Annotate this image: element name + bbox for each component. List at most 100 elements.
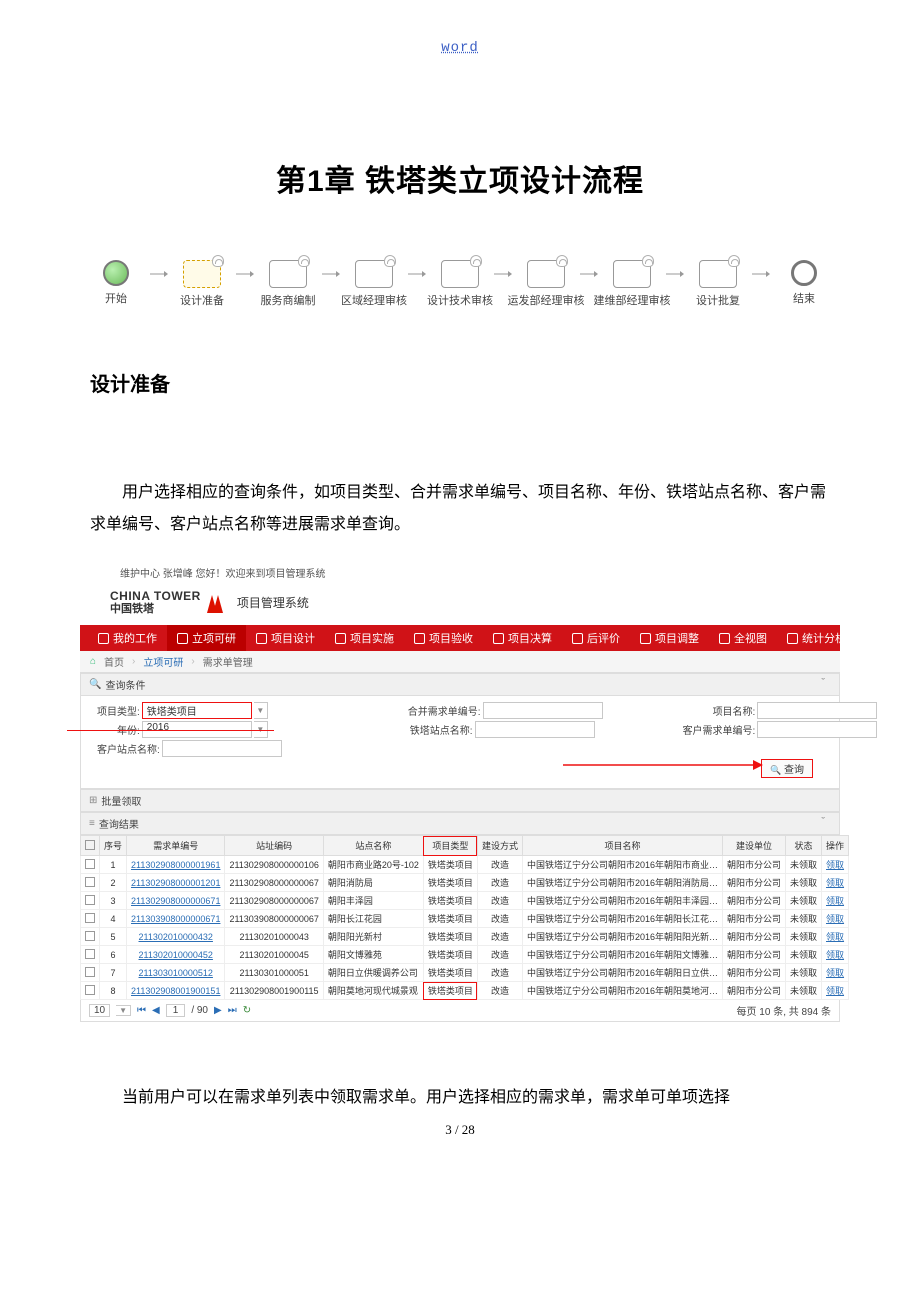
req-link[interactable]: 211302908000001961 xyxy=(131,860,220,870)
row-checkbox[interactable] xyxy=(85,949,95,959)
claim-link[interactable]: 领取 xyxy=(826,896,844,906)
table-cell[interactable] xyxy=(81,910,100,928)
table-cell[interactable]: 211302908000001201 xyxy=(127,874,225,892)
req-link[interactable]: 211303010000512 xyxy=(139,968,213,978)
pager-refresh-icon[interactable]: ↻ xyxy=(243,1005,251,1016)
row-checkbox[interactable] xyxy=(85,895,95,905)
nav-stats[interactable]: 统计分析 xyxy=(777,625,856,651)
merge-req-input[interactable] xyxy=(483,702,603,719)
pager-last-icon[interactable]: ⏭ xyxy=(228,1005,237,1016)
nav-mywork[interactable]: 我的工作 xyxy=(88,625,167,651)
row-checkbox[interactable] xyxy=(85,967,95,977)
req-link[interactable]: 211302908000001201 xyxy=(131,878,220,888)
tower-site-name-input[interactable] xyxy=(475,721,595,738)
table-cell: 211303908000000067 xyxy=(225,910,323,928)
page-current[interactable]: 1 xyxy=(166,1004,186,1017)
row-checkbox[interactable] xyxy=(85,859,95,869)
nav-project-adjust[interactable]: 项目调整 xyxy=(630,625,709,651)
table-cell: 3 xyxy=(100,892,127,910)
req-link[interactable]: 211302908000000671 xyxy=(131,896,220,906)
panel-title[interactable]: 批量领取 xyxy=(101,793,141,808)
table-cell[interactable]: 211302010000432 xyxy=(127,928,225,946)
pager-first-icon[interactable]: ⏮ xyxy=(137,1005,146,1016)
nav-project-accept[interactable]: 项目验收 xyxy=(404,625,483,651)
claim-link[interactable]: 领取 xyxy=(826,932,844,942)
table-cell[interactable]: 领取 xyxy=(822,856,849,874)
table-cell: 7 xyxy=(100,964,127,982)
crumb-item[interactable]: 立项可研 xyxy=(143,654,183,669)
search-button[interactable]: 🔍 查询 xyxy=(761,759,813,778)
table-cell[interactable] xyxy=(81,964,100,982)
project-name-input[interactable] xyxy=(757,702,877,719)
chevron-down-icon[interactable]: ▼ xyxy=(254,721,268,738)
chevron-down-icon[interactable]: ▼ xyxy=(254,702,268,719)
claim-link[interactable]: 领取 xyxy=(826,950,844,960)
pager-prev-icon[interactable]: ◀ xyxy=(152,1005,160,1016)
table-cell[interactable]: 领取 xyxy=(822,964,849,982)
table-cell[interactable]: 领取 xyxy=(822,874,849,892)
table-cell[interactable] xyxy=(81,982,100,1000)
customer-req-input[interactable] xyxy=(757,721,877,738)
nav-post-eval[interactable]: 后评价 xyxy=(562,625,630,651)
table-header[interactable] xyxy=(81,836,100,856)
node-label: 设计批复 xyxy=(696,292,740,308)
claim-link[interactable]: 领取 xyxy=(826,986,844,996)
table-cell[interactable]: 领取 xyxy=(822,982,849,1000)
year-select[interactable]: 2016 xyxy=(142,721,252,738)
nav-project-research[interactable]: 立项可研 xyxy=(167,625,246,651)
table-cell[interactable]: 211302908001900151 xyxy=(127,982,225,1000)
table-cell: 中国铁塔辽宁分公司朝阳市2016年朝阳日立供… xyxy=(522,964,722,982)
table-header: 项目类型 xyxy=(423,836,477,856)
row-checkbox[interactable] xyxy=(85,985,95,995)
table-cell[interactable]: 211303010000512 xyxy=(127,964,225,982)
row-checkbox[interactable] xyxy=(85,931,95,941)
table-cell[interactable]: 211302908000001961 xyxy=(127,856,225,874)
node-label: 服务商编制 xyxy=(261,292,316,308)
row-checkbox[interactable] xyxy=(85,913,95,923)
nav-project-settle[interactable]: 项目决算 xyxy=(483,625,562,651)
req-link[interactable]: 211302908001900151 xyxy=(131,986,220,996)
home-icon[interactable]: ⌂ xyxy=(90,656,96,667)
crumb-home[interactable]: 首页 xyxy=(104,654,124,669)
project-type-select[interactable]: 铁塔类项目 xyxy=(142,702,252,719)
table-cell[interactable] xyxy=(81,892,100,910)
table-cell[interactable]: 领取 xyxy=(822,946,849,964)
node-label: 设计技术审核 xyxy=(427,292,493,308)
list-icon: ≡ xyxy=(89,818,95,829)
claim-link[interactable]: 领取 xyxy=(826,968,844,978)
table-cell[interactable] xyxy=(81,856,100,874)
claim-link[interactable]: 领取 xyxy=(826,914,844,924)
chevron-down-icon[interactable]: ▼ xyxy=(116,1005,131,1016)
table-cell[interactable] xyxy=(81,946,100,964)
table-cell: 未领取 xyxy=(786,856,822,874)
table-cell[interactable]: 211303908000000671 xyxy=(127,910,225,928)
nav-project-impl[interactable]: 项目实施 xyxy=(325,625,404,651)
table-cell[interactable] xyxy=(81,874,100,892)
claim-link[interactable]: 领取 xyxy=(826,878,844,888)
table-header: 状态 xyxy=(786,836,822,856)
table-cell[interactable]: 领取 xyxy=(822,928,849,946)
crumb-item[interactable]: 需求单管理 xyxy=(203,654,253,669)
req-link[interactable]: 211303908000000671 xyxy=(131,914,220,924)
table-cell[interactable]: 领取 xyxy=(822,910,849,928)
arrow-icon xyxy=(580,260,598,288)
table-cell[interactable]: 211302908000000671 xyxy=(127,892,225,910)
pager-next-icon[interactable]: ▶ xyxy=(214,1005,222,1016)
page-size[interactable]: 10 xyxy=(89,1004,110,1017)
table-cell[interactable]: 领取 xyxy=(822,892,849,910)
claim-link[interactable]: 领取 xyxy=(826,860,844,870)
nav-full-view[interactable]: 全视图 xyxy=(709,625,777,651)
brand-cn: 中国铁塔 xyxy=(110,603,201,615)
row-checkbox[interactable] xyxy=(85,877,95,887)
req-link[interactable]: 211302010000452 xyxy=(139,950,213,960)
table-cell[interactable] xyxy=(81,928,100,946)
table-cell: 改造 xyxy=(477,964,522,982)
select-all-checkbox[interactable] xyxy=(85,840,95,850)
collapse-icon[interactable]: ˇ xyxy=(821,677,825,689)
collapse-icon[interactable]: ˇ xyxy=(821,816,825,828)
nav-project-design[interactable]: 项目设计 xyxy=(246,625,325,651)
table-cell[interactable]: 211302010000452 xyxy=(127,946,225,964)
req-link[interactable]: 211302010000432 xyxy=(139,932,213,942)
customer-site-name-input[interactable] xyxy=(162,740,282,757)
nav-label: 项目实施 xyxy=(350,630,394,646)
